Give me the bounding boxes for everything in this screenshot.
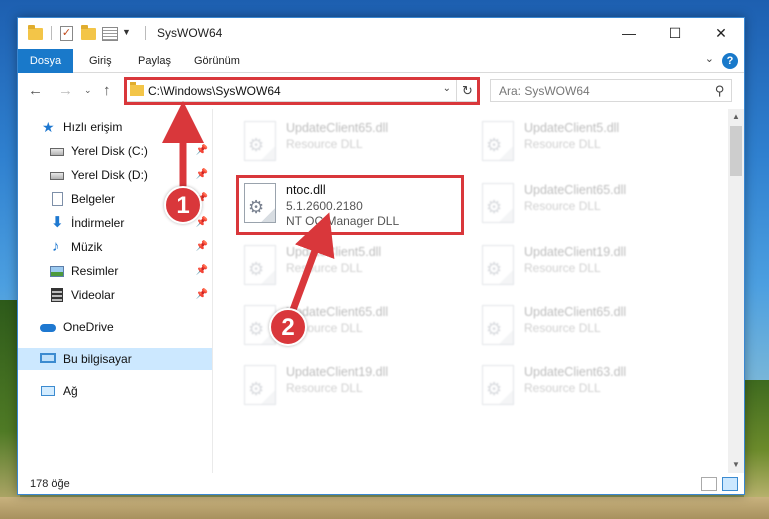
step-badge-1: 1 (164, 186, 202, 224)
annotation-arrows (162, 101, 335, 312)
step-badge-2: 2 (269, 308, 307, 346)
arrow-2 (289, 212, 335, 312)
